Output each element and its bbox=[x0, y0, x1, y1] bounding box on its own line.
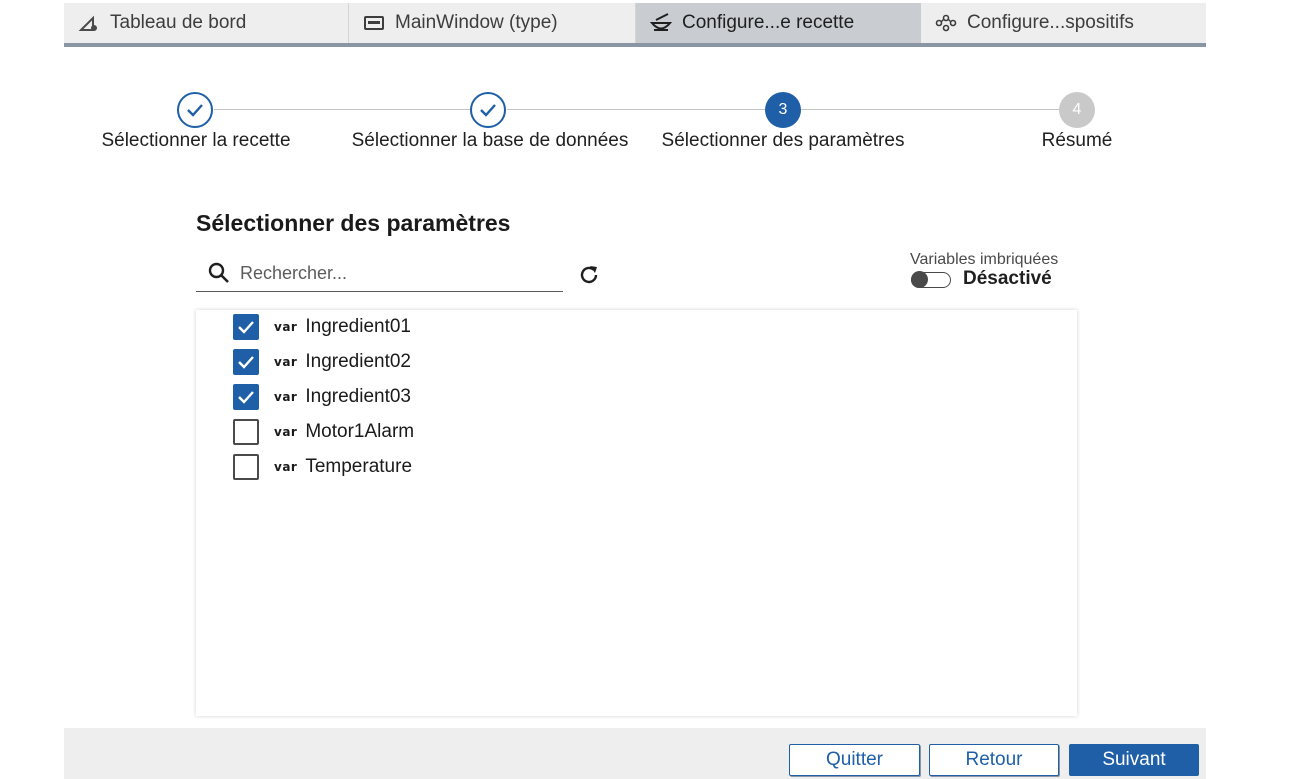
checkbox-motor1alarm[interactable] bbox=[233, 419, 259, 445]
search-box bbox=[196, 255, 563, 292]
section-title: Sélectionner des paramètres bbox=[196, 210, 511, 236]
checkbox-temperature[interactable] bbox=[233, 454, 259, 480]
step-4-indicator: 4 bbox=[1059, 92, 1095, 128]
list-item[interactable]: var Ingredient03 bbox=[233, 383, 411, 411]
checkbox-ingredient02[interactable] bbox=[233, 349, 259, 375]
toggle-knob bbox=[911, 271, 928, 288]
nested-variables-toggle[interactable] bbox=[911, 271, 951, 288]
parameter-name: Temperature bbox=[305, 456, 413, 477]
checkmark-icon bbox=[238, 356, 254, 369]
tab-label: Tableau de bord bbox=[110, 12, 247, 33]
step-connector bbox=[507, 109, 765, 110]
var-tag: var bbox=[274, 460, 298, 474]
parameter-name: Ingredient03 bbox=[305, 386, 411, 407]
step-2-indicator bbox=[470, 92, 506, 128]
list-item[interactable]: var Temperature bbox=[233, 453, 412, 481]
parameter-name: Ingredient02 bbox=[305, 351, 411, 372]
step-3-indicator: 3 bbox=[765, 92, 801, 128]
step-1-indicator bbox=[177, 92, 213, 128]
quit-button[interactable]: Quitter bbox=[789, 744, 920, 776]
checkmark-icon bbox=[238, 321, 254, 334]
recipe-icon bbox=[650, 12, 672, 34]
step-1-label: Sélectionner la recette bbox=[101, 130, 291, 151]
dashboard-icon bbox=[78, 12, 100, 34]
tab-dashboard[interactable]: Tableau de bord bbox=[64, 3, 349, 43]
checkbox-ingredient01[interactable] bbox=[233, 314, 259, 340]
step-3-label: Sélectionner des paramètres bbox=[661, 130, 905, 151]
tab-label: Configure...spositifs bbox=[967, 12, 1134, 33]
checkbox-ingredient03[interactable] bbox=[233, 384, 259, 410]
list-item[interactable]: var Ingredient02 bbox=[233, 348, 411, 376]
step-4-label: Résumé bbox=[1041, 130, 1113, 151]
var-tag: var bbox=[274, 355, 298, 369]
var-tag: var bbox=[274, 425, 298, 439]
search-icon bbox=[206, 260, 232, 286]
refresh-icon[interactable] bbox=[576, 262, 602, 288]
tab-bar: Tableau de bord MainWindow (type) Config… bbox=[64, 3, 1206, 47]
tab-configure-recipe[interactable]: Configure...e recette bbox=[636, 3, 921, 43]
nested-variables-state: Désactivé bbox=[963, 268, 1052, 289]
step-connector bbox=[801, 109, 1059, 110]
tab-label: Configure...e recette bbox=[682, 12, 855, 33]
footer-bar: Quitter Retour Suivant bbox=[64, 728, 1206, 779]
checkmark-icon bbox=[480, 104, 496, 117]
step-2-label: Sélectionner la base de données bbox=[351, 130, 629, 151]
parameter-name: Motor1Alarm bbox=[305, 421, 415, 442]
back-button[interactable]: Retour bbox=[929, 744, 1059, 776]
checkmark-icon bbox=[187, 104, 203, 117]
nested-variables-label: Variables imbriquées bbox=[910, 251, 1059, 268]
checkmark-icon bbox=[238, 391, 254, 404]
tab-mainwindow[interactable]: MainWindow (type) bbox=[349, 3, 636, 43]
search-input[interactable] bbox=[240, 262, 540, 284]
tab-label: MainWindow (type) bbox=[395, 12, 558, 33]
parameter-name: Ingredient01 bbox=[305, 316, 411, 337]
var-tag: var bbox=[274, 320, 298, 334]
parameter-list: var Ingredient01 var Ingredient02 var In… bbox=[196, 310, 1077, 716]
tab-configure-devices[interactable]: Configure...spositifs bbox=[921, 3, 1206, 43]
wizard-stepper: Sélectionner la recette Sélectionner la … bbox=[0, 92, 1294, 162]
next-button[interactable]: Suivant bbox=[1069, 744, 1199, 776]
window-icon bbox=[363, 12, 385, 34]
devices-icon bbox=[935, 12, 957, 34]
list-item[interactable]: var Motor1Alarm bbox=[233, 418, 414, 446]
step-connector bbox=[214, 109, 470, 110]
var-tag: var bbox=[274, 390, 298, 404]
list-item[interactable]: var Ingredient01 bbox=[233, 313, 411, 341]
